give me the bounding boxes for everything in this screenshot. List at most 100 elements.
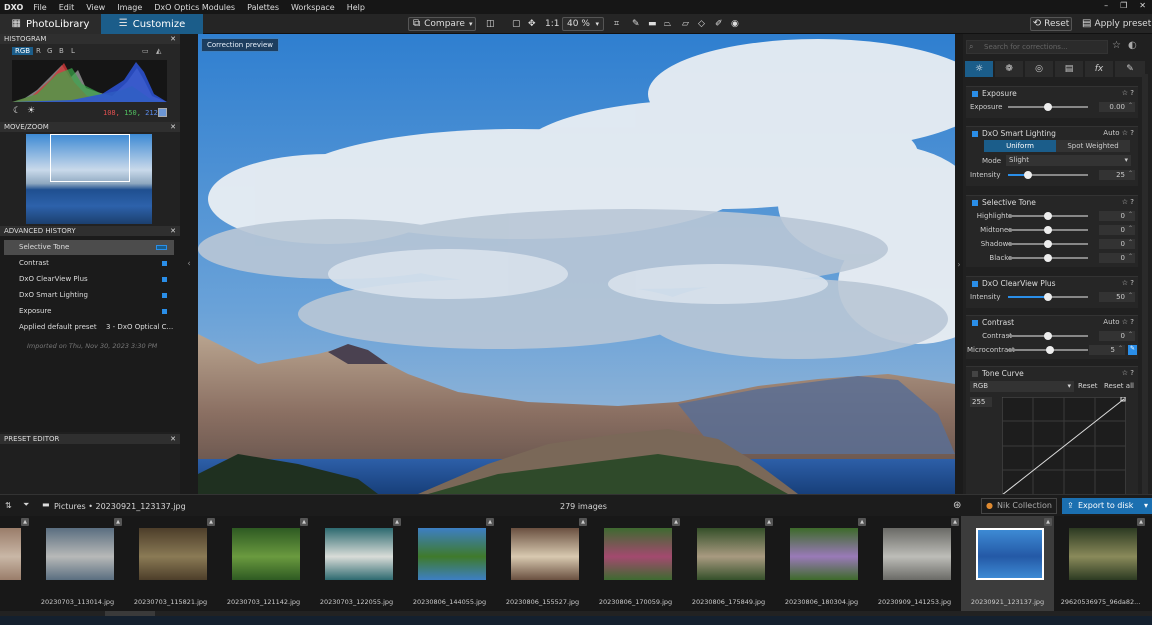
breadcrumb[interactable]: Pictures • 20230921_123137.jpg: [54, 502, 186, 511]
thumbnail[interactable]: ▲ 29620536975_96da82...: [1054, 516, 1147, 611]
exposure-value[interactable]: 0.00: [1099, 101, 1135, 112]
hist-channel-r[interactable]: R: [36, 47, 41, 55]
slider-knob[interactable]: [1024, 171, 1032, 179]
thumbnail[interactable]: ▲ 20230703_113014.jpg: [31, 516, 124, 611]
thumbnail[interactable]: ▲ 20230703_115821.jpg: [124, 516, 217, 611]
clipping-icon[interactable]: ◭: [156, 47, 161, 55]
tone-curve-header[interactable]: Tone Curve ☆ ?: [966, 367, 1138, 380]
clearview-header[interactable]: DxO ClearView Plus ☆ ?: [966, 277, 1138, 290]
hist-channel-b[interactable]: B: [59, 47, 64, 55]
hist-channel-l[interactable]: L: [71, 47, 75, 55]
repair-icon[interactable]: ✐: [715, 17, 723, 31]
lock-icon[interactable]: ▲: [765, 518, 773, 526]
slider-knob[interactable]: [1044, 226, 1052, 234]
sort-icon[interactable]: ⇅: [5, 501, 12, 510]
one-to-one-button[interactable]: 1:1: [545, 17, 559, 31]
thumbnail[interactable]: ▲ 20230806_175849.jpg: [682, 516, 775, 611]
horizon-icon[interactable]: ▬: [648, 17, 657, 31]
shadows-value[interactable]: 0: [1099, 238, 1135, 249]
close-icon[interactable]: ✕: [170, 226, 176, 236]
history-item-smart-lighting[interactable]: DxO Smart Lighting: [4, 288, 174, 303]
clearview-toggle[interactable]: [972, 281, 978, 287]
move-icon[interactable]: ✥: [528, 17, 536, 31]
uniform-button[interactable]: Uniform: [984, 140, 1056, 152]
lock-icon[interactable]: ▲: [207, 518, 215, 526]
apply-preset-button[interactable]: ▤ Apply preset: [1082, 17, 1151, 31]
tone-curve-toggle[interactable]: [972, 371, 978, 377]
microcontrast-value[interactable]: 5: [1089, 344, 1125, 355]
right-panel-toggle[interactable]: ›: [955, 34, 963, 494]
tab-custom[interactable]: ✎: [1115, 61, 1145, 77]
thumbnail[interactable]: ▲ 20230909_141253.jpg: [868, 516, 961, 611]
highlights-value[interactable]: 0: [1099, 210, 1135, 221]
split-view-icon[interactable]: ◫: [486, 17, 495, 31]
lock-icon[interactable]: ▲: [21, 518, 29, 526]
slider-knob[interactable]: [1044, 254, 1052, 262]
menu-optics-modules[interactable]: DxO Optics Modules: [154, 3, 235, 12]
left-panel-toggle[interactable]: ‹: [180, 34, 198, 494]
contrast-slider[interactable]: [1008, 332, 1088, 340]
tone-reset-button[interactable]: Reset: [1078, 382, 1098, 390]
history-item-exposure[interactable]: Exposure: [4, 304, 174, 319]
blacks-slider[interactable]: [1008, 254, 1088, 262]
lock-icon[interactable]: ▲: [951, 518, 959, 526]
slider-knob[interactable]: [1046, 346, 1055, 354]
lock-icon[interactable]: ▲: [1137, 518, 1145, 526]
breadcrumb-folder[interactable]: Pictures: [54, 502, 86, 511]
menu-help[interactable]: Help: [347, 3, 365, 12]
tab-customize[interactable]: ☰ Customize: [101, 14, 203, 34]
menu-view[interactable]: View: [86, 3, 105, 12]
history-item-clearview[interactable]: DxO ClearView Plus: [4, 272, 174, 287]
tab-geometry[interactable]: ▤: [1055, 61, 1083, 77]
lock-icon[interactable]: ▲: [300, 518, 308, 526]
slider-knob[interactable]: [1044, 103, 1052, 111]
microcontrast-slider[interactable]: [1008, 346, 1088, 354]
moon-icon[interactable]: ☾: [13, 106, 21, 116]
thumbnail[interactable]: ▲ 20230703_121142.jpg: [217, 516, 310, 611]
reset-button[interactable]: ⟲ Reset: [1030, 17, 1072, 31]
thumbnail[interactable]: ▲ 20230806_144055.jpg: [403, 516, 496, 611]
lock-icon[interactable]: ▲: [579, 518, 587, 526]
history-item-contrast[interactable]: Contrast: [4, 256, 174, 271]
compare-button[interactable]: ⧉ Compare ▾: [408, 17, 476, 31]
hist-channel-rgb[interactable]: RGB: [12, 47, 34, 55]
exposure-slider[interactable]: [1008, 103, 1088, 111]
tone-curve-graph[interactable]: [1002, 397, 1126, 494]
lock-icon[interactable]: ▲: [672, 518, 680, 526]
display-icon[interactable]: ▭: [142, 47, 149, 55]
menu-edit[interactable]: Edit: [59, 3, 75, 12]
nik-collection-button[interactable]: ● Nik Collection: [981, 498, 1057, 514]
selective-tone-header[interactable]: Selective Tone ☆ ?: [966, 196, 1138, 209]
midtones-slider[interactable]: [1008, 226, 1088, 234]
tab-photolibrary[interactable]: ▦ PhotoLibrary: [0, 14, 101, 34]
search-input[interactable]: Search for corrections...: [966, 40, 1108, 54]
lock-icon[interactable]: ▲: [858, 518, 866, 526]
clearview-value[interactable]: 50: [1099, 291, 1135, 302]
thumbnail[interactable]: ▲ 20230806_170059.jpg: [589, 516, 682, 611]
channel-select[interactable]: RGB ▾: [970, 381, 1074, 392]
spot-weighted-button[interactable]: Spot Weighted: [1056, 140, 1130, 152]
menu-image[interactable]: Image: [117, 3, 142, 12]
restore-icon[interactable]: ❐: [1120, 1, 1127, 10]
toggle-icon[interactable]: ◐: [1128, 41, 1137, 51]
smart-lighting-auto[interactable]: Auto: [1103, 129, 1119, 137]
star-help-icons[interactable]: ☆ ?: [1122, 367, 1134, 380]
filter-icon[interactable]: ⏷: [23, 500, 29, 510]
mode-select[interactable]: Slight ▾: [1006, 155, 1131, 166]
menu-workspace[interactable]: Workspace: [291, 3, 335, 12]
lock-icon[interactable]: ▲: [486, 518, 494, 526]
export-menu-button[interactable]: ▾: [1140, 498, 1152, 514]
close-icon[interactable]: ✕: [170, 34, 176, 44]
menu-file[interactable]: File: [33, 3, 46, 12]
exposure-toggle[interactable]: [972, 91, 978, 97]
contrast-auto[interactable]: Auto: [1103, 318, 1119, 326]
tab-color[interactable]: ❁: [995, 61, 1023, 77]
blacks-value[interactable]: 0: [1099, 252, 1135, 263]
image-viewer[interactable]: Correction preview: [198, 34, 955, 494]
thumbnail[interactable]: ▲ 20230806_155527.jpg: [496, 516, 589, 611]
star-help-icons[interactable]: ☆ ?: [1122, 277, 1134, 290]
local-adjust-icon[interactable]: ◇: [698, 17, 705, 31]
smart-lighting-controls[interactable]: Auto ☆ ?: [1103, 127, 1134, 140]
highlights-slider[interactable]: [1008, 212, 1088, 220]
tone-input-value[interactable]: 255: [970, 397, 992, 407]
